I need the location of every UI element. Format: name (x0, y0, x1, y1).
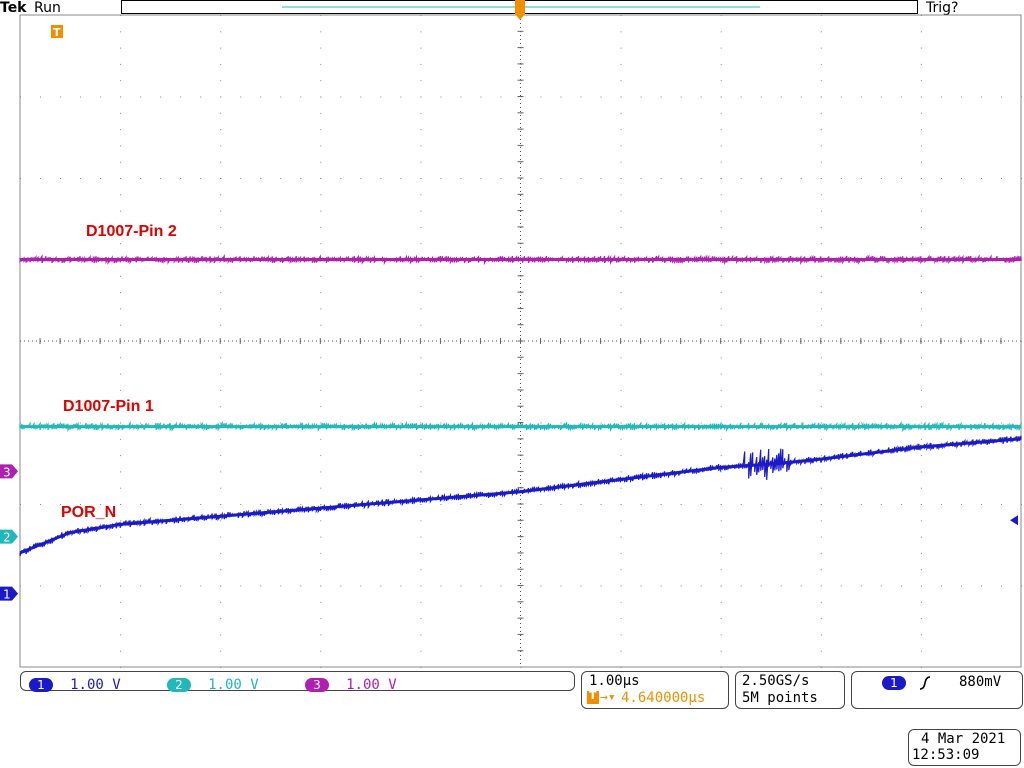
pin1-annotation: D1007-Pin 1 (63, 398, 154, 415)
trigger-marker-label: T (53, 26, 61, 39)
record-length: 5M points (742, 690, 818, 706)
ch1-readout[interactable]: 1 1.00 V (29, 674, 121, 693)
rising-edge-icon (919, 676, 931, 690)
pin2-annotation: D1007-Pin 2 (86, 223, 177, 240)
ch2-marker-label: 2 (3, 531, 11, 545)
timebase-panel[interactable]: 1.00µs T →▾ 4.640000µs (581, 671, 729, 709)
datetime-panel: 4 Mar 2021 12:53:09 (908, 729, 1021, 766)
channel-readout-panel[interactable]: 1 1.00 V 2 1.00 V 3 1.00 V (20, 671, 575, 693)
ch1-scale: 1.00 V (70, 677, 121, 693)
timebase-scale: 1.00µs (589, 673, 640, 689)
trigger-panel[interactable]: 1 880mV (851, 671, 1023, 709)
ch1-badge: 1 (29, 677, 53, 692)
time: 12:53:09 (912, 747, 980, 763)
sample-rate: 2.50GS/s (742, 673, 810, 689)
acquisition-panel[interactable]: 2.50GS/s 5M points (735, 671, 845, 709)
trigger-position-marker (515, 0, 525, 20)
trigger-level: 880mV (959, 674, 1002, 690)
ch2-readout[interactable]: 2 1.00 V (167, 674, 259, 693)
ch3-badge: 3 (305, 677, 329, 692)
ch3-scale: 1.00 V (346, 677, 397, 693)
trigger-position-icon: T (587, 689, 599, 704)
ch2-scale: 1.00 V (208, 677, 259, 693)
date: 4 Mar 2021 (921, 731, 1006, 747)
ch3-readout[interactable]: 3 1.00 V (305, 674, 397, 693)
ch2-badge: 2 (167, 677, 191, 692)
ch1-marker-label: 1 (3, 588, 11, 602)
arrow-icon: →▾ (600, 690, 616, 705)
trigger-position: 4.640000µs (621, 690, 706, 706)
trigger-source-badge: 1 (882, 676, 906, 690)
trigger-level-marker (1010, 515, 1018, 526)
waveform-display: 3 2 1 T (0, 0, 1022, 668)
por-annotation: POR_N (61, 504, 117, 521)
ch3-marker-label: 3 (3, 465, 11, 479)
